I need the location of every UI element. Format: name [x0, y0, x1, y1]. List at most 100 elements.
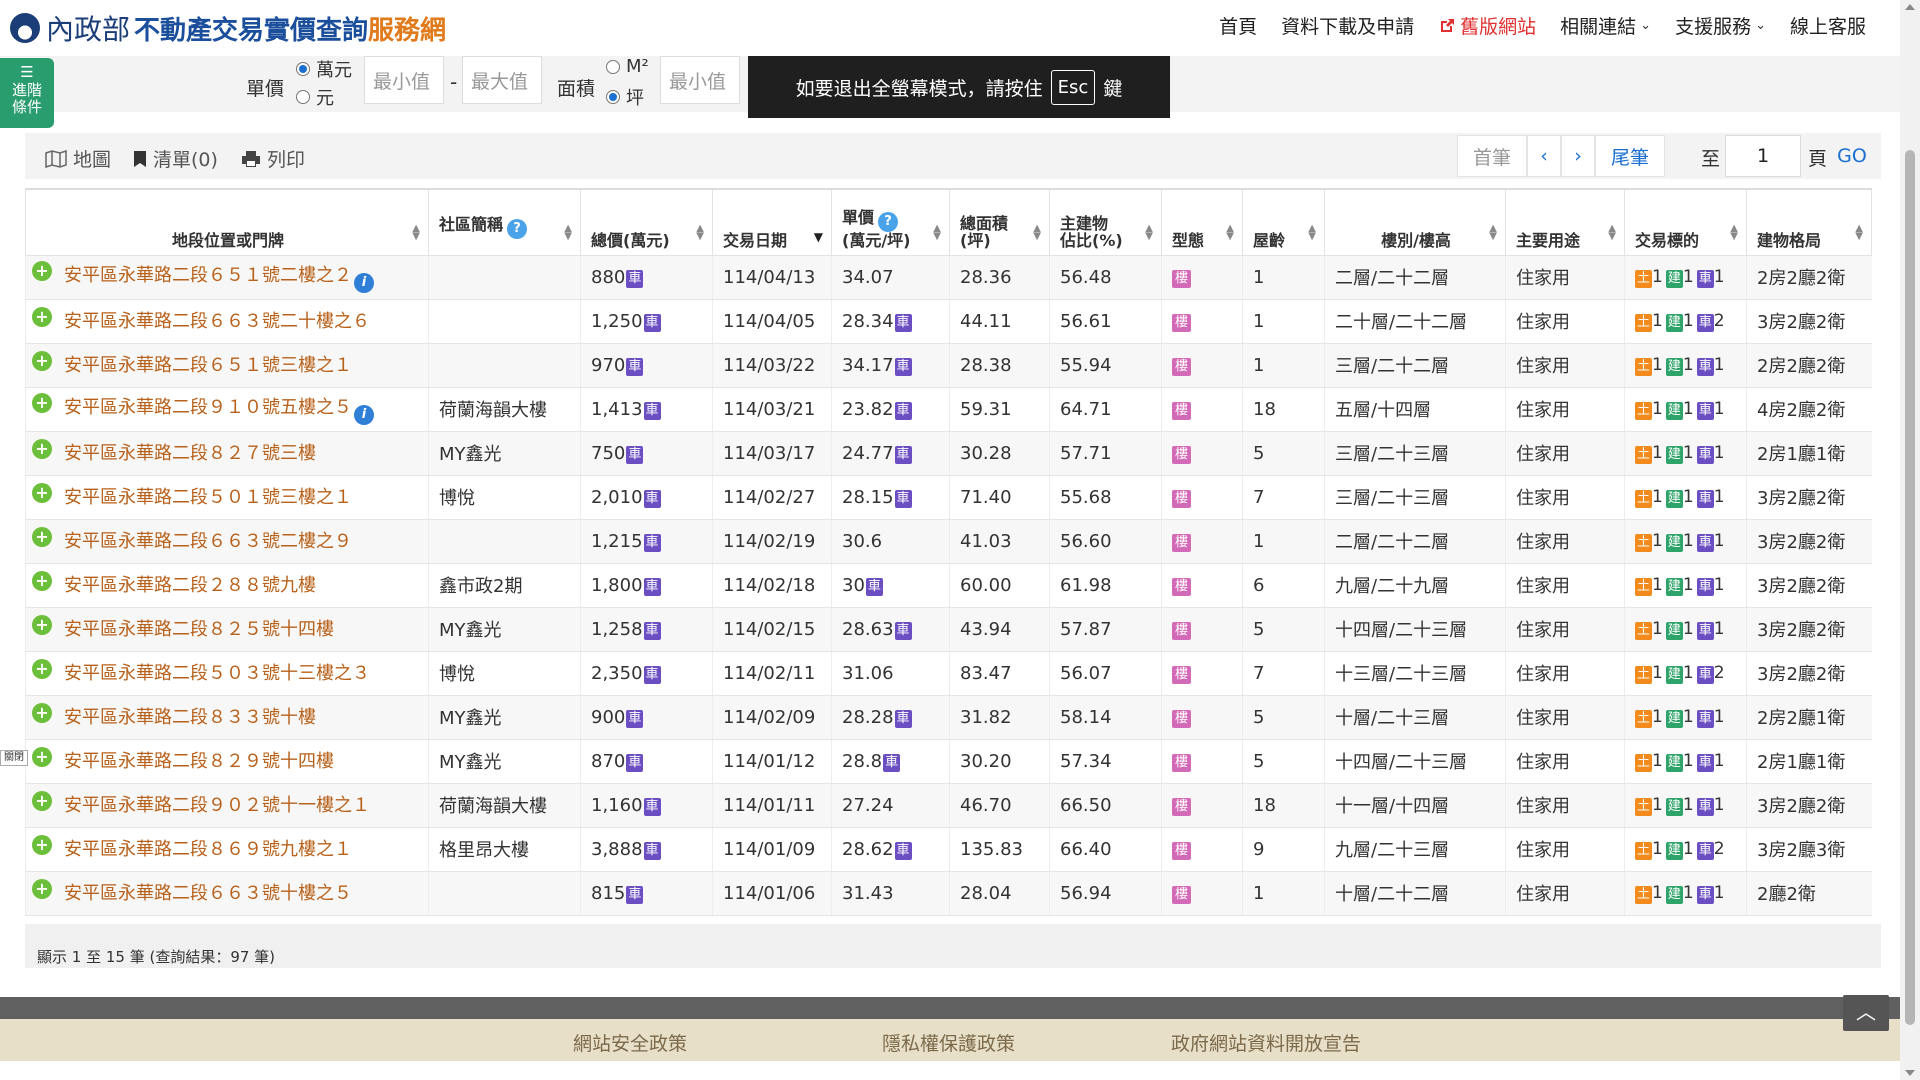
address-text[interactable]: 安平區永華路二段５０３號十三樓之３	[64, 663, 370, 684]
address-text[interactable]: 安平區永華路二段９１０號五樓之５	[64, 397, 352, 418]
col-type[interactable]: 型態 ▲ ▼	[1161, 188, 1243, 256]
footer-privacy-link[interactable]: 隱私權保護政策	[882, 1029, 1015, 1056]
address-text[interactable]: 安平區永華路二段８３３號十樓	[64, 707, 316, 728]
nav-support[interactable]: 支援服務 ⌄	[1675, 12, 1766, 39]
cell-address[interactable]: + 安平區永華路二段８２７號三樓	[25, 431, 429, 476]
cell-address[interactable]: + 安平區永華路二段６６３號二樓之９	[25, 519, 429, 564]
map-button[interactable]: 地圖	[45, 145, 111, 172]
plus-circle-icon[interactable]: +	[32, 483, 52, 503]
nav-home[interactable]: 首頁	[1219, 12, 1257, 39]
table-row[interactable]: + 安平區永華路二段８３３號十樓 MY鑫光 900 車 114/02/09 28.28 車 31…	[25, 695, 1872, 740]
advanced-filter-tab[interactable]: ☰ 進階 條件	[0, 58, 54, 128]
table-row[interactable]: + 安平區永華路二段６５１號二樓之２ i 880 車 114/04/13 34.07 28.3…	[25, 255, 1872, 300]
col-total-price[interactable]: 總價(萬元) ▲ ▼	[580, 188, 713, 256]
address-text[interactable]: 安平區永華路二段９０２號十一樓之１	[64, 795, 370, 816]
plus-circle-icon[interactable]: +	[32, 747, 52, 767]
table-row[interactable]: + 安平區永華路二段８２７號三樓 MY鑫光 750 車 114/03/17 24.77 車 30…	[25, 431, 1872, 476]
table-row[interactable]: + 安平區永華路二段５０３號十三樓之３ 博悅 2,350 車 114/02/11 31.06…	[25, 651, 1872, 696]
area-min-input[interactable]: 最小值	[660, 56, 740, 104]
table-row[interactable]: + 安平區永華路二段８２５號十四樓 MY鑫光 1,258 車 114/02/15 28.63…	[25, 607, 1872, 652]
cell-address[interactable]: + 安平區永華路二段８６９號九樓之１	[25, 827, 429, 872]
address-text[interactable]: 安平區永華路二段６６３號二十樓之６	[64, 311, 370, 332]
nav-online-service[interactable]: 線上客服	[1790, 12, 1866, 39]
address-text[interactable]: 安平區永華路二段６６３號十樓之５	[64, 883, 352, 904]
last-page-button[interactable]: 尾筆	[1595, 135, 1665, 177]
plus-circle-icon[interactable]: +	[32, 703, 52, 723]
table-row[interactable]: + 安平區永華路二段５０１號三樓之１ 博悅 2,010 車 114/02/27 28.15 車…	[25, 475, 1872, 520]
address-text[interactable]: 安平區永華路二段８２５號十四樓	[64, 619, 334, 640]
list-button[interactable]: 清單(0)	[133, 145, 218, 172]
col-address[interactable]: 地段位置或門牌 ▲ ▼	[25, 188, 429, 256]
vertical-scrollbar[interactable]	[1900, 0, 1920, 1080]
scroll-up-icon[interactable]	[1905, 4, 1915, 10]
unit-wan-radio[interactable]: 萬元	[296, 56, 352, 82]
table-row[interactable]: + 安平區永華路二段９０２號十一樓之１ 荷蘭海韻大樓 1,160 車 114/01/11 2…	[25, 783, 1872, 828]
close-tag-button[interactable]: 關閉	[0, 750, 28, 766]
go-button[interactable]: GO	[1823, 135, 1881, 177]
plus-circle-icon[interactable]: +	[32, 307, 52, 327]
plus-circle-icon[interactable]: +	[32, 835, 52, 855]
address-text[interactable]: 安平區永華路二段８２７號三樓	[64, 443, 316, 464]
area-ping-radio[interactable]: 坪	[606, 84, 644, 110]
unit-yuan-radio[interactable]: 元	[296, 84, 334, 110]
plus-circle-icon[interactable]: +	[32, 261, 52, 281]
cell-address[interactable]: + 安平區永華路二段６５１號二樓之２ i	[25, 255, 429, 300]
col-community[interactable]: 社區簡稱? ▲ ▼	[428, 188, 581, 256]
plus-circle-icon[interactable]: +	[32, 571, 52, 591]
nav-related-links[interactable]: 相關連結 ⌄	[1560, 12, 1651, 39]
unit-price-min-input[interactable]: 最小值	[364, 56, 444, 104]
table-row[interactable]: + 安平區永華路二段６６３號十樓之５ 815 車 114/01/06 31.43 28.04…	[25, 871, 1872, 916]
cell-address[interactable]: + 安平區永華路二段５０３號十三樓之３	[25, 651, 429, 696]
print-button[interactable]: 列印	[241, 145, 305, 172]
cell-address[interactable]: + 安平區永華路二段６５１號三樓之１	[25, 343, 429, 388]
scroll-down-icon[interactable]	[1905, 1070, 1915, 1076]
plus-circle-icon[interactable]: +	[32, 659, 52, 679]
cell-address[interactable]: + 安平區永華路二段８２５號十四樓	[25, 607, 429, 652]
page-number-input[interactable]: 1	[1725, 135, 1801, 177]
col-usage[interactable]: 主要用途 ▲ ▼	[1505, 188, 1625, 256]
address-text[interactable]: 安平區永華路二段６５１號二樓之２	[64, 265, 352, 286]
cell-address[interactable]: + 安平區永華路二段２８８號九樓	[25, 563, 429, 608]
col-target[interactable]: 交易標的 ▲ ▼	[1624, 188, 1747, 256]
address-text[interactable]: 安平區永華路二段８２９號十四樓	[64, 751, 334, 772]
address-text[interactable]: 安平區永華路二段８６９號九樓之１	[64, 839, 352, 860]
plus-circle-icon[interactable]: +	[32, 879, 52, 899]
plus-circle-icon[interactable]: +	[32, 351, 52, 371]
table-row[interactable]: + 安平區永華路二段６５１號三樓之１ 970 車 114/03/22 34.17 車 28.3…	[25, 343, 1872, 388]
footer-open-data-link[interactable]: 政府網站資料開放宣告	[1171, 1029, 1361, 1056]
col-area[interactable]: 總面積 (坪) ▲ ▼	[949, 188, 1050, 256]
address-text[interactable]: 安平區永華路二段６５１號三樓之１	[64, 355, 352, 376]
cell-address[interactable]: + 安平區永華路二段５０１號三樓之１	[25, 475, 429, 520]
col-unit-price[interactable]: 單價? (萬元/坪) ▲ ▼	[831, 188, 950, 256]
col-age[interactable]: 屋齡 ▲ ▼	[1242, 188, 1325, 256]
back-to-top-button[interactable]: ︿	[1843, 995, 1889, 1031]
cell-address[interactable]: + 安平區永華路二段９１０號五樓之５ i	[25, 387, 429, 432]
table-row[interactable]: + 安平區永華路二段８６９號九樓之１ 格里昂大樓 3,888 車 114/01/09 28.…	[25, 827, 1872, 872]
cell-address[interactable]: + 安平區永華路二段９０２號十一樓之１	[25, 783, 429, 828]
question-icon[interactable]: ?	[878, 211, 899, 232]
cell-address[interactable]: + 安平區永華路二段６６３號十樓之５	[25, 871, 429, 916]
footer-security-link[interactable]: 網站安全政策	[573, 1029, 687, 1056]
nav-download[interactable]: 資料下載及申請	[1281, 12, 1414, 39]
plus-circle-icon[interactable]: +	[32, 527, 52, 547]
address-text[interactable]: 安平區永華路二段２８８號九樓	[64, 575, 316, 596]
col-floor[interactable]: 樓別/樓高 ▲ ▼	[1324, 188, 1506, 256]
plus-circle-icon[interactable]: +	[32, 393, 52, 413]
plus-circle-icon[interactable]: +	[32, 791, 52, 811]
table-row[interactable]: + 安平區永華路二段８２９號十四樓 MY鑫光 870 車 114/01/12 28.8 車 30…	[25, 739, 1872, 784]
address-text[interactable]: 安平區永華路二段６６３號二樓之９	[64, 531, 352, 552]
scrollbar-thumb[interactable]	[1905, 150, 1915, 1025]
table-row[interactable]: + 安平區永華路二段６６３號二十樓之６ 1,250 車 114/04/05 28.34 車 4…	[25, 299, 1872, 344]
question-icon[interactable]: ?	[507, 219, 528, 239]
plus-circle-icon[interactable]: +	[32, 439, 52, 459]
next-page-button[interactable]: ›	[1561, 135, 1595, 177]
nav-old-site[interactable]: 舊版網站	[1438, 12, 1536, 39]
cell-address[interactable]: + 安平區永華路二段８３３號十樓	[25, 695, 429, 740]
plus-circle-icon[interactable]: +	[32, 615, 52, 635]
area-m2-radio[interactable]: M²	[606, 56, 649, 77]
col-layout[interactable]: 建物格局 ▲ ▼	[1746, 188, 1872, 256]
info-icon[interactable]: i	[354, 405, 374, 425]
address-text[interactable]: 安平區永華路二段５０１號三樓之１	[64, 487, 352, 508]
prev-page-button[interactable]: ‹	[1527, 135, 1561, 177]
info-icon[interactable]: i	[354, 273, 374, 293]
